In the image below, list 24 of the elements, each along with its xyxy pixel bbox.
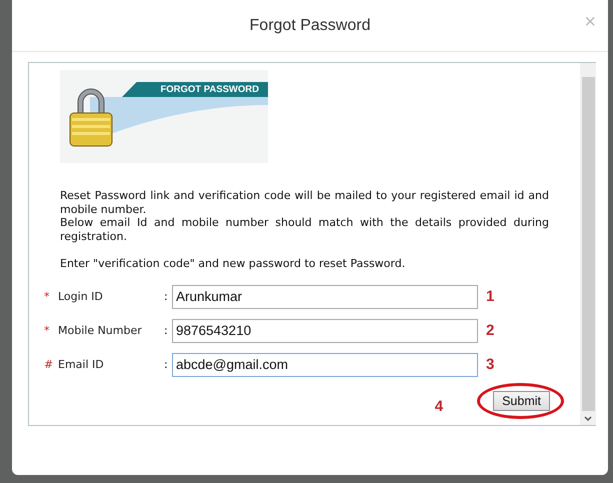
colon: : (164, 358, 169, 371)
input-field[interactable]: 9876543210 (172, 318, 478, 342)
field-label: Login ID (58, 290, 104, 303)
step-number: 3 (486, 356, 494, 373)
required-mark: # (44, 358, 54, 371)
step-number: 1 (486, 288, 494, 305)
padlock-icon (68, 86, 114, 148)
required-mark: * (44, 290, 50, 303)
field-label: Email ID (58, 358, 105, 371)
step-number: 4 (434, 398, 444, 415)
dialog-title: Forgot Password (250, 16, 370, 34)
banner-heading: FORGOT PASSWORD (122, 82, 268, 97)
instruction-text: Below email Id and mobile number should match with the details provided during registration. (60, 216, 549, 243)
scrollbar[interactable] (580, 63, 596, 425)
instruction-text: Enter "verification code" and new password to reset Password. (60, 257, 406, 270)
step-number: 2 (486, 322, 494, 339)
instruction-text: Reset Password link and verification code will be mailed to your registered email id and mobile number. (60, 189, 549, 216)
field-label: Mobile Number (58, 324, 143, 337)
colon: : (164, 290, 169, 303)
submit-button[interactable]: Submit (493, 390, 550, 410)
input-field[interactable]: Arunkumar (172, 284, 478, 308)
required-mark: * (44, 324, 50, 337)
colon: : (164, 324, 169, 337)
input-field[interactable]: abcde@gmail.com (172, 352, 478, 376)
